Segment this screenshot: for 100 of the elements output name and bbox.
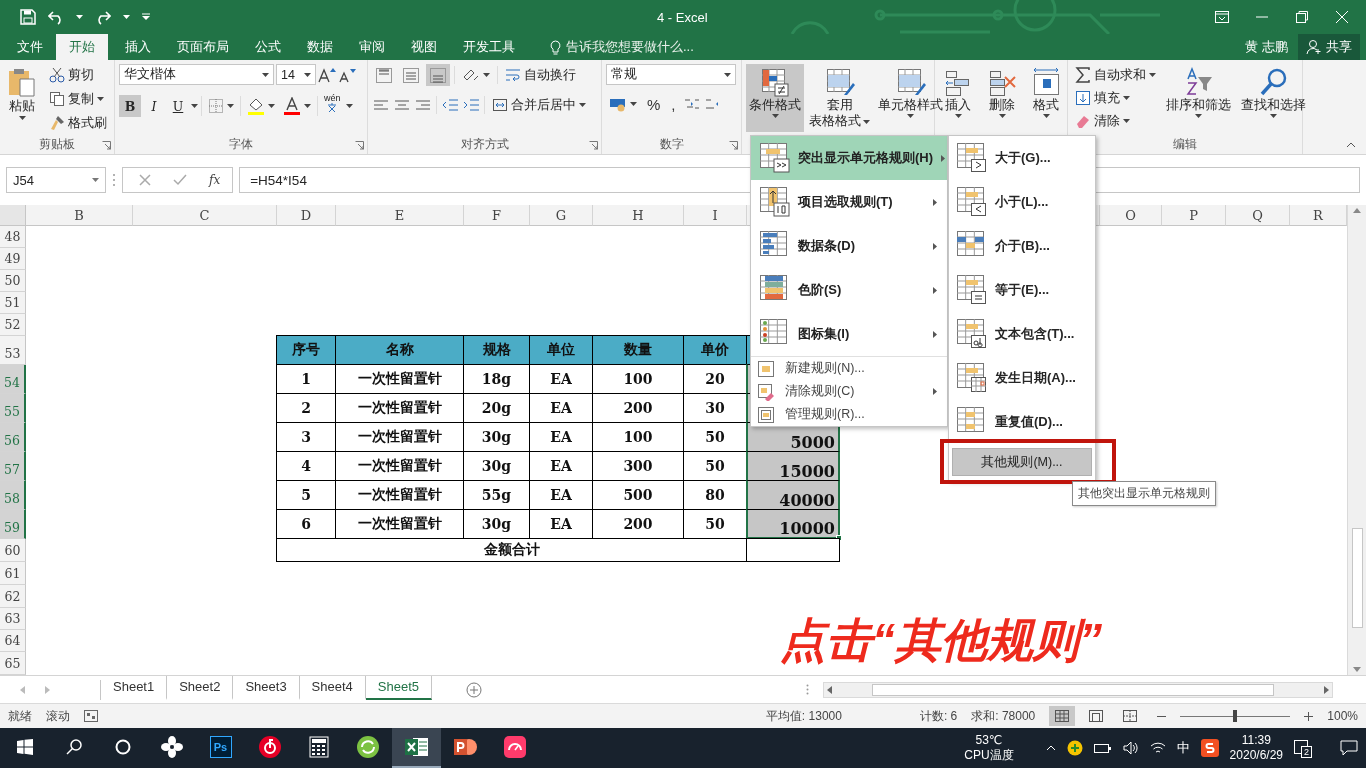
dialog-launcher-button[interactable] bbox=[355, 141, 364, 150]
shrink-font-icon[interactable] bbox=[338, 66, 356, 83]
scrollbar-thumb[interactable] bbox=[1351, 528, 1363, 628]
cells-button[interactable]: 删除 bbox=[983, 64, 1021, 132]
row-header[interactable]: 59 bbox=[0, 510, 26, 539]
ribbon-tab[interactable]: 插入 bbox=[112, 34, 164, 60]
row-header[interactable]: 55 bbox=[0, 394, 26, 423]
add-sheet-icon[interactable] bbox=[466, 681, 482, 698]
row-header[interactable]: 48 bbox=[0, 226, 26, 248]
row-header[interactable]: 64 bbox=[0, 630, 26, 652]
menu-item[interactable]: 色阶(S) bbox=[751, 268, 947, 312]
cells-button[interactable]: 格式 bbox=[1027, 64, 1065, 132]
column-header[interactable]: P bbox=[1162, 205, 1226, 226]
ribbon-tab[interactable]: 开发工具 bbox=[450, 34, 528, 60]
horizontal-scrollbar[interactable] bbox=[823, 681, 1333, 698]
sheet-tab[interactable]: Sheet5 bbox=[365, 675, 432, 700]
styles-button[interactable]: 单元格样式 bbox=[875, 64, 946, 132]
name-box[interactable]: J54 bbox=[6, 167, 106, 193]
row-header[interactable]: 65 bbox=[0, 652, 26, 675]
dialog-launcher-button[interactable] bbox=[102, 141, 111, 150]
styles-button[interactable]: 套用 表格格式 bbox=[806, 64, 873, 132]
row-header[interactable]: 52 bbox=[0, 314, 26, 336]
font-name-dropdown[interactable]: 华文楷体 bbox=[119, 64, 274, 85]
row-header[interactable]: 53 bbox=[0, 336, 26, 365]
editing-button[interactable]: 填充 bbox=[1072, 87, 1159, 109]
column-header[interactable]: Q bbox=[1226, 205, 1290, 226]
menu-item[interactable]: 小于(L)... bbox=[949, 180, 1095, 224]
menu-item[interactable]: 项目选取规则(T) bbox=[751, 180, 947, 224]
ribbon-tab[interactable]: 页面布局 bbox=[164, 34, 242, 60]
row-header[interactable]: 58 bbox=[0, 481, 26, 510]
plus-badge-icon[interactable] bbox=[1066, 740, 1083, 756]
row-header[interactable]: 51 bbox=[0, 292, 26, 314]
collapse-ribbon-icon[interactable] bbox=[1346, 142, 1356, 148]
copy-button[interactable]: 复制 bbox=[46, 88, 110, 110]
row-header[interactable]: 50 bbox=[0, 270, 26, 292]
sheet-tab[interactable]: Sheet1 bbox=[101, 675, 168, 700]
cut-button[interactable]: 剪切 bbox=[46, 64, 110, 86]
column-header[interactable]: H bbox=[593, 205, 684, 226]
zoom-slider-thumb[interactable] bbox=[1233, 710, 1238, 722]
menu-item[interactable]: 图标集(I) bbox=[751, 312, 947, 356]
speech-bubble-icon[interactable] bbox=[1340, 740, 1358, 756]
menu-item[interactable]: 介于(B)... bbox=[949, 224, 1095, 268]
format-painter-button[interactable]: 格式刷 bbox=[46, 112, 110, 134]
input-method-indicator[interactable]: 中 bbox=[1176, 739, 1190, 757]
column-header[interactable]: R bbox=[1290, 205, 1347, 226]
column-header[interactable]: D bbox=[277, 205, 336, 226]
menu-item[interactable]: 文本包含(T)... bbox=[949, 312, 1095, 356]
font-style-button[interactable]: B bbox=[119, 95, 141, 117]
dialog-launcher-button[interactable] bbox=[729, 141, 738, 150]
column-header[interactable]: F bbox=[464, 205, 530, 226]
ribbon-tab[interactable]: 公式 bbox=[242, 34, 294, 60]
input-method-icon[interactable] bbox=[1200, 739, 1219, 757]
comma-style-button[interactable]: , bbox=[667, 95, 680, 113]
grow-font-icon[interactable] bbox=[318, 66, 336, 83]
menu-item[interactable]: 数据条(D) bbox=[751, 224, 947, 268]
row-header[interactable]: 49 bbox=[0, 248, 26, 270]
merge-center-button[interactable]: 合并后居中 bbox=[489, 94, 589, 116]
sheet-tab[interactable]: Sheet4 bbox=[299, 675, 366, 700]
vertical-scrollbar[interactable] bbox=[1347, 205, 1366, 675]
insert-function-button[interactable]: fx bbox=[209, 173, 221, 187]
ribbon-tab[interactable]: 文件 bbox=[4, 34, 56, 60]
styles-button[interactable]: 条件格式 bbox=[746, 64, 804, 132]
sheet-tab[interactable]: Sheet3 bbox=[233, 675, 300, 700]
ribbon-tab[interactable]: 数据 bbox=[294, 34, 346, 60]
row-header[interactable]: 62 bbox=[0, 585, 26, 608]
menu-item[interactable]: 重复值(D)... bbox=[949, 400, 1095, 444]
editing-button[interactable]: 自动求和 bbox=[1072, 64, 1159, 86]
menu-item[interactable]: 大于(G)... bbox=[949, 136, 1095, 180]
percent-style-button[interactable]: % bbox=[643, 95, 665, 113]
phonetic-guide-button[interactable]: wén bbox=[321, 94, 344, 118]
row-header[interactable]: 60 bbox=[0, 539, 26, 562]
menu-item[interactable]: 突出显示单元格规则(H) bbox=[751, 136, 947, 180]
number-format-dropdown[interactable]: 常规 bbox=[606, 64, 736, 85]
taskbar-button[interactable]: Ps bbox=[196, 728, 245, 768]
clock[interactable]: 11:39 2020/6/29 bbox=[1229, 733, 1283, 763]
battery-icon[interactable] bbox=[1093, 742, 1112, 754]
row-header[interactable]: 54 bbox=[0, 365, 26, 394]
view-button[interactable] bbox=[1049, 706, 1076, 726]
ribbon-tab[interactable]: 视图 bbox=[398, 34, 450, 60]
paste-button[interactable]: 粘贴 bbox=[4, 64, 40, 132]
font-style-button[interactable]: I bbox=[143, 95, 165, 117]
menu-item[interactable]: 清除规则(C) bbox=[751, 380, 947, 403]
zoom-in-icon[interactable] bbox=[1304, 711, 1314, 721]
sheet-tab[interactable]: Sheet2 bbox=[167, 675, 234, 700]
dialog-launcher-button[interactable] bbox=[589, 141, 598, 150]
more-rules-item[interactable]: 其他规则(M)... bbox=[952, 448, 1092, 476]
chevron-up-icon[interactable] bbox=[1045, 745, 1056, 751]
menu-item[interactable]: 新建规则(N)... bbox=[751, 357, 947, 380]
sort-filter-button[interactable]: 排序和筛选 bbox=[1163, 64, 1234, 132]
find-select-button[interactable]: 查找和选择 bbox=[1238, 64, 1309, 132]
column-header[interactable]: I bbox=[684, 205, 747, 226]
column-header[interactable]: C bbox=[133, 205, 277, 226]
column-header[interactable]: B bbox=[26, 205, 133, 226]
wifi-icon[interactable] bbox=[1149, 741, 1166, 755]
ribbon-tab[interactable]: 审阅 bbox=[346, 34, 398, 60]
tell-me-field[interactable]: 告诉我您想要做什么... bbox=[542, 34, 702, 60]
row-header[interactable]: 57 bbox=[0, 452, 26, 481]
volume-icon[interactable] bbox=[1122, 741, 1139, 755]
ribbon-tab[interactable]: 开始 bbox=[56, 34, 108, 60]
editing-button[interactable]: 清除 bbox=[1072, 110, 1159, 132]
